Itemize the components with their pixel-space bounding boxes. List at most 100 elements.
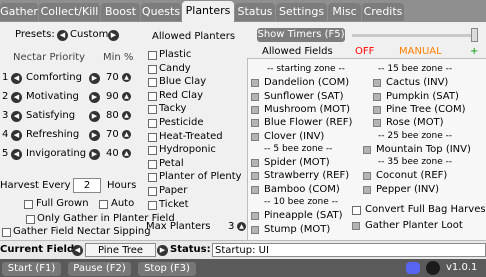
nectar-prev-icon[interactable]: ◀ <box>11 130 22 141</box>
planter-label: Pesticide <box>159 117 204 128</box>
planter-label: Plastic <box>159 49 192 60</box>
tab-gather[interactable]: Gather <box>0 3 38 21</box>
planter-checkbox[interactable] <box>148 64 157 74</box>
nectar-next-icon[interactable]: ▶ <box>89 73 100 84</box>
mode-slider-thumb[interactable] <box>471 28 478 42</box>
gather-nectar-checkbox[interactable] <box>2 228 11 237</box>
field-checkbox[interactable] <box>251 225 259 234</box>
full-grown-checkbox[interactable] <box>24 200 33 209</box>
discord-icon[interactable] <box>406 262 420 274</box>
planter-checkbox[interactable] <box>148 51 157 60</box>
planter-checkbox[interactable] <box>148 146 157 156</box>
nectar-min-value: 70 <box>106 72 119 83</box>
nectar-prev-icon[interactable]: ◀ <box>11 111 22 122</box>
field-checkbox[interactable] <box>251 119 259 128</box>
nectar-next-icon[interactable]: ▶ <box>89 149 100 160</box>
field-checkbox[interactable] <box>251 132 259 141</box>
field-checkbox[interactable] <box>251 105 259 114</box>
field-checkbox[interactable] <box>251 79 259 88</box>
planter-checkbox[interactable] <box>148 132 157 142</box>
field-checkbox[interactable] <box>251 185 259 194</box>
full-grown-label: Full Grown <box>36 198 89 209</box>
tab-status[interactable]: Status <box>235 3 275 21</box>
field-label: Stump (MOT) <box>264 223 331 235</box>
github-icon[interactable] <box>426 261 440 275</box>
nectar-rank: 1 <box>2 72 9 83</box>
field-label: Pine Tree (COM) <box>386 103 466 115</box>
nectar-min-stepper-icon[interactable]: ▲ <box>122 73 131 82</box>
field-checkbox[interactable] <box>251 172 259 181</box>
nectar-prev-icon[interactable]: ◀ <box>11 73 22 84</box>
planter-label: Petal <box>159 157 184 169</box>
field-checkbox[interactable] <box>363 185 371 194</box>
nectar-rank: 5 <box>2 148 9 159</box>
planters-panel: Presets: ◀ Custom ▶ Nectar Priority Min … <box>0 22 486 242</box>
tab-settings[interactable]: Settings <box>276 3 327 21</box>
auto-checkbox[interactable] <box>99 200 108 209</box>
field-checkbox[interactable] <box>373 119 381 128</box>
max-planters-label: Max Planters <box>146 221 211 232</box>
stop-button[interactable]: Stop (F3) <box>138 262 196 276</box>
presets-next-icon[interactable]: ▶ <box>108 30 119 41</box>
field-checkbox[interactable] <box>373 92 381 101</box>
zone-header: -- starting zone -- <box>267 64 345 74</box>
nectar-name: Motivating <box>26 91 79 102</box>
field-checkbox[interactable] <box>373 79 381 88</box>
current-field-value: Pine Tree <box>85 243 156 257</box>
max-planters-value: 3 <box>228 221 235 232</box>
nectar-prev-icon[interactable]: ◀ <box>11 92 22 103</box>
planter-label: Candy <box>159 62 191 74</box>
planter-checkbox[interactable] <box>148 187 157 196</box>
gather-planter-loot-checkbox[interactable] <box>352 222 360 230</box>
start-button[interactable]: Start (F1) <box>2 262 61 276</box>
planter-label: Tacky <box>159 103 187 115</box>
nectar-next-icon[interactable]: ▶ <box>89 111 100 122</box>
planter-checkbox[interactable] <box>148 159 157 169</box>
tab-credits[interactable]: Credits <box>362 3 404 21</box>
pause-button[interactable]: Pause (F2) <box>68 262 131 276</box>
max-planters-stepper-icon[interactable]: ▲ <box>237 222 246 231</box>
tab-collect-kill[interactable]: Collect/Kill <box>39 3 100 21</box>
planter-checkbox[interactable] <box>148 173 157 183</box>
planter-checkbox[interactable] <box>148 91 157 101</box>
nectar-next-icon[interactable]: ▶ <box>89 92 100 103</box>
field-label: Pumpkin (SAT) <box>386 90 459 102</box>
presets-prev-icon[interactable]: ◀ <box>57 30 68 41</box>
only-gather-checkbox[interactable] <box>26 215 35 224</box>
mode-manual-label: MANUAL <box>399 46 442 57</box>
field-label: Clover (INV) <box>264 130 325 142</box>
zone-header: -- 15 bee zone -- <box>378 64 453 74</box>
nectar-prev-icon[interactable]: ◀ <box>11 149 22 160</box>
field-label: Pepper (INV) <box>376 183 440 195</box>
field-checkbox[interactable] <box>251 92 259 101</box>
planter-checkbox[interactable] <box>148 78 157 88</box>
convert-full-bag-checkbox[interactable] <box>352 206 361 215</box>
field-checkbox[interactable] <box>251 159 259 168</box>
presets-label: Presets: <box>15 29 55 40</box>
field-checkbox[interactable] <box>363 172 371 181</box>
nectar-min-value: 40 <box>106 148 119 159</box>
nectar-min-stepper-icon[interactable]: ▲ <box>122 149 131 158</box>
field-label: Bamboo (COM) <box>264 183 340 195</box>
nectar-next-icon[interactable]: ▶ <box>89 130 100 141</box>
mode-slider-track[interactable] <box>352 34 476 37</box>
current-field-prev-icon[interactable]: ◀ <box>72 245 83 256</box>
tab-misc[interactable]: Misc <box>328 3 361 21</box>
show-timers-button[interactable]: Show Timers (F5) <box>257 28 345 42</box>
planter-checkbox[interactable] <box>148 105 157 115</box>
field-checkbox[interactable] <box>251 212 259 221</box>
planter-checkbox[interactable] <box>148 119 157 128</box>
tab-planters[interactable]: Planters <box>182 1 234 22</box>
planter-checkbox[interactable] <box>148 200 157 210</box>
field-checkbox[interactable] <box>363 145 371 154</box>
tab-quests[interactable]: Quests <box>141 3 181 21</box>
field-label: Strawberry (REF) <box>264 170 350 182</box>
harvest-every-input[interactable]: 2 <box>73 178 101 193</box>
tab-boost[interactable]: Boost <box>101 3 140 21</box>
current-field-next-icon[interactable]: ▶ <box>157 245 168 256</box>
field-checkbox[interactable] <box>373 105 381 114</box>
nectar-min-stepper-icon[interactable]: ▲ <box>122 92 131 101</box>
nectar-min-stepper-icon[interactable]: ▲ <box>122 130 131 139</box>
nectar-min-stepper-icon[interactable]: ▲ <box>122 111 131 120</box>
harvest-every-label: Harvest Every <box>0 180 71 191</box>
